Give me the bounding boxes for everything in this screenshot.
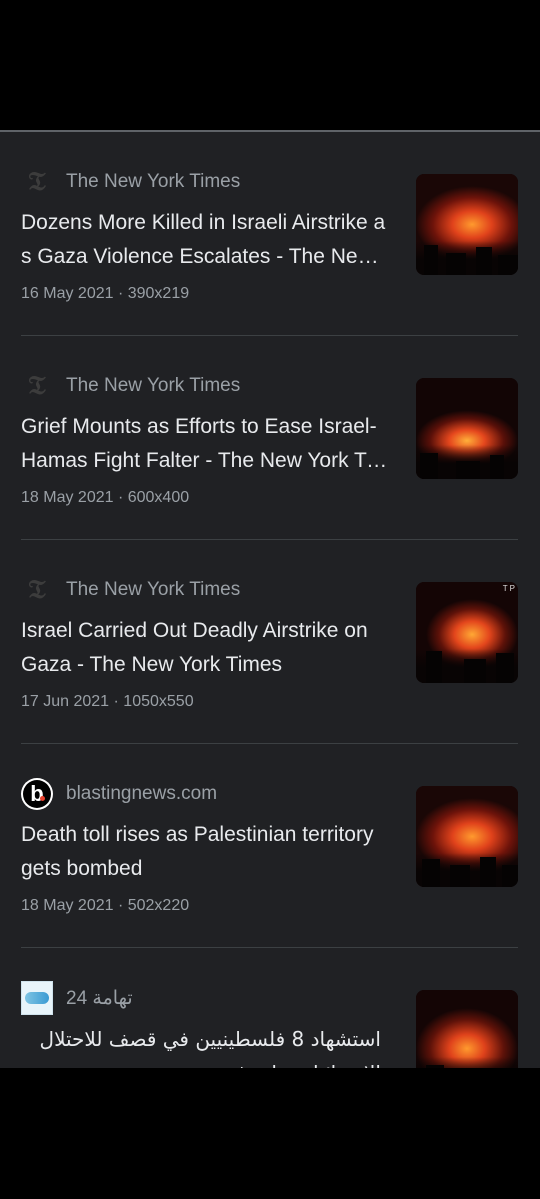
source-name: blastingnews.com	[66, 783, 218, 804]
result-card[interactable]: 𝔗 The New York Times Dozens More Killed …	[0, 132, 540, 336]
result-meta: 18 May 2021 · 502x220	[21, 897, 190, 914]
result-source: 𝔗 The New York Times	[21, 166, 240, 198]
nyt-logo-icon: 𝔗	[28, 167, 46, 197]
result-meta: 18 May 2021 · 600x400	[21, 489, 190, 506]
result-card[interactable]: تهامة 24 استشهاد 8 فلسطينيين في قصف للاح…	[0, 948, 540, 1070]
result-source: b blastingnews.com	[21, 778, 217, 810]
result-meta: 16 May 2021 · 390x219	[21, 285, 190, 302]
result-meta: 17 Jun 2021 · 1050x550	[21, 693, 194, 710]
source-name: The New York Times	[66, 171, 241, 192]
result-thumbnail[interactable]	[416, 786, 518, 887]
result-thumbnail[interactable]	[416, 990, 518, 1070]
result-card[interactable]: 𝔗 The New York Times Grief Mounts as Eff…	[0, 336, 540, 540]
result-card[interactable]: 𝔗 The New York Times Israel Carried Out …	[0, 540, 540, 744]
result-source: 𝔗 The New York Times	[21, 370, 240, 402]
source-name: The New York Times	[66, 375, 241, 396]
tihama-logo-icon	[21, 981, 53, 1015]
navigation-bar-area	[0, 1068, 540, 1199]
result-title[interactable]: Death toll rises as Palestinian territor…	[21, 818, 389, 886]
result-card[interactable]: b blastingnews.com Death toll rises as P…	[0, 744, 540, 948]
result-title[interactable]: Grief Mounts as Efforts to Ease Israel-H…	[21, 410, 389, 478]
source-name: تهامة 24	[66, 987, 133, 1009]
source-name: The New York Times	[66, 579, 241, 600]
nyt-logo-icon: 𝔗	[28, 575, 46, 605]
result-title[interactable]: Israel Carried Out Deadly Airstrike on G…	[21, 614, 389, 682]
status-bar-area	[0, 0, 540, 130]
result-thumbnail[interactable]: T P	[416, 582, 518, 683]
result-thumbnail[interactable]	[416, 378, 518, 479]
result-source: تهامة 24	[21, 981, 133, 1015]
result-title[interactable]: Dozens More Killed in Israeli Airstrike …	[21, 206, 389, 274]
nyt-logo-icon: 𝔗	[28, 371, 46, 401]
result-title[interactable]: استشهاد 8 فلسطينيين في قصف للاحتلال الإس…	[21, 1022, 381, 1070]
result-source: 𝔗 The New York Times	[21, 574, 240, 606]
image-results-list: 𝔗 The New York Times Dozens More Killed …	[0, 130, 540, 1070]
thumbnail-watermark: T P	[502, 584, 515, 593]
result-thumbnail[interactable]	[416, 174, 518, 275]
blastingnews-logo-icon: b	[21, 778, 53, 810]
